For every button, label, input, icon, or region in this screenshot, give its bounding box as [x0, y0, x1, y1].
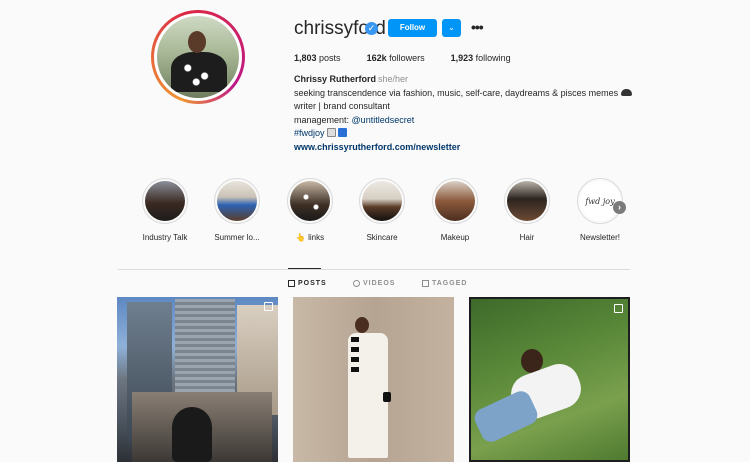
highlight-cover: [217, 181, 257, 221]
highlight-cover: fwd joy: [580, 181, 620, 221]
posts-count: 1,803 posts: [294, 53, 341, 63]
bio-line-2: writer | brand consultant: [294, 101, 390, 112]
highlight-item[interactable]: Industry Talk: [125, 178, 205, 242]
profile-avatar-ring[interactable]: [151, 10, 245, 104]
tabs-divider: [118, 269, 630, 270]
active-tab-indicator: [288, 268, 321, 269]
emoji-blue-icon: [337, 128, 347, 138]
avatar: [157, 16, 239, 98]
full-name: Chrissy Rutherford she/her: [294, 74, 409, 84]
bio-line-1: seeking transcendence via fashion, music…: [294, 88, 619, 98]
website-link[interactable]: www.chrissyrutherford.com/newsletter: [294, 141, 632, 154]
more-options-button[interactable]: •••: [471, 20, 484, 34]
highlight-cover: [362, 181, 402, 221]
carousel-icon: [614, 304, 623, 313]
suggested-accounts-dropdown-button[interactable]: ⌄: [442, 19, 461, 37]
verified-badge-icon: ✓: [365, 22, 378, 35]
post-thumbnail[interactable]: [117, 297, 278, 462]
highlight-item[interactable]: Hair: [487, 178, 567, 242]
post-thumbnail[interactable]: [469, 297, 630, 462]
emoji-box-icon: [326, 128, 336, 138]
grid-icon: [288, 280, 295, 287]
highlight-item[interactable]: Skincare: [342, 178, 422, 242]
hashtag-link[interactable]: #fwdjoy: [294, 128, 325, 138]
highlights-next-button[interactable]: ›: [613, 201, 626, 214]
followers-link[interactable]: 162k followers: [367, 53, 425, 63]
highlight-cover: [145, 181, 185, 221]
highlight-cover: [435, 181, 475, 221]
pronouns: she/her: [378, 74, 409, 84]
highlight-item[interactable]: Summer lo...: [197, 178, 277, 242]
chevron-down-icon: ⌄: [448, 23, 455, 32]
tab-posts[interactable]: POSTS: [288, 280, 327, 287]
post-thumbnail[interactable]: [293, 297, 454, 462]
highlight-cover-text: fwd joy: [585, 196, 615, 206]
video-icon: [353, 280, 360, 287]
sunglasses-emoji-icon: [621, 89, 633, 96]
highlight-item[interactable]: Makeup: [415, 178, 495, 242]
tagged-icon: [422, 280, 429, 287]
follow-button[interactable]: Follow: [388, 19, 437, 37]
tab-tagged[interactable]: TAGGED: [422, 280, 467, 287]
tab-videos[interactable]: VIDEOS: [353, 280, 395, 287]
chevron-right-icon: ›: [618, 202, 621, 212]
following-link[interactable]: 1,923 following: [451, 53, 511, 63]
profile-stats: 1,803 posts 162k followers 1,923 followi…: [294, 53, 511, 63]
carousel-icon: [264, 302, 273, 311]
mention-link[interactable]: @untitledsecret: [352, 115, 415, 125]
highlight-cover: [290, 181, 330, 221]
highlight-cover: [507, 181, 547, 221]
highlight-item[interactable]: fwd joy Newsletter!: [560, 178, 640, 242]
bio: seeking transcendence via fashion, music…: [294, 87, 633, 154]
highlight-item[interactable]: 👆 links: [270, 178, 350, 242]
